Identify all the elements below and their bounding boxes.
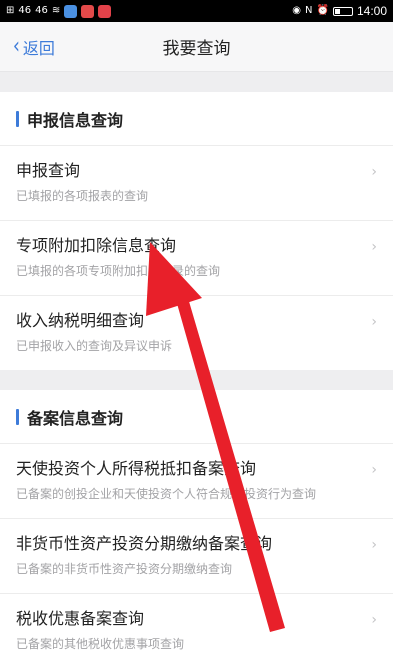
status-left: ⊞ 46 46 ≋ (6, 4, 112, 18)
section-title: 备案信息查询 (27, 408, 124, 428)
item-title: 收入纳税明细查询 (16, 311, 145, 330)
item-desc: 已填报的各项专项附加扣除记录的查询 (16, 264, 221, 278)
item-desc: 已备案的非货币性资产投资分期缴纳查询 (16, 562, 233, 576)
back-label: 返回 (22, 38, 55, 58)
item-title: 天使投资个人所得税抵扣备案查询 (16, 459, 257, 478)
page-title: 我要查询 (162, 39, 231, 59)
app-notification-icon (81, 4, 95, 18)
notification-icon: ⊞ (6, 5, 15, 16)
section-title: 申报信息查询 (27, 110, 124, 130)
section-gap (0, 72, 393, 92)
item-title: 专项附加扣除信息查询 (16, 236, 177, 255)
list-item-non-monetary-asset-query[interactable]: 非货币性资产投资分期缴纳备案查询 已备案的非货币性资产投资分期缴纳查询 › (0, 519, 393, 594)
item-title: 税收优惠备案查询 (16, 609, 145, 628)
section-header: 备案信息查询 (0, 390, 393, 444)
chevron-right-icon: › (371, 462, 377, 478)
list-item-special-deduction-query[interactable]: 专项附加扣除信息查询 已填报的各项专项附加扣除记录的查询 › (0, 221, 393, 296)
wifi-icon: ≋ (51, 5, 61, 16)
section-marker (16, 408, 19, 425)
section-header: 申报信息查询 (0, 92, 393, 146)
section-declaration: 申报信息查询 申报查询 已填报的各项报表的查询 › 专项附加扣除信息查询 已填报… (0, 92, 393, 370)
list-item-income-tax-detail-query[interactable]: 收入纳税明细查询 已申报收入的查询及异议申诉 › (0, 296, 393, 370)
chevron-right-icon: › (371, 239, 377, 255)
section-gap (0, 370, 393, 390)
item-desc: 已备案的创投企业和天使投资个人符合规定投资行为查询 (16, 487, 317, 501)
signal-icon-2: 46 (35, 5, 48, 16)
eye-icon: ◉ (292, 5, 302, 16)
back-button[interactable]: ‹ 返回 (12, 35, 55, 59)
app-notification-icon (64, 4, 78, 18)
chevron-right-icon: › (371, 612, 377, 628)
nav-bar: ‹ 返回 我要查询 (0, 22, 393, 72)
nfc-icon: N (305, 5, 313, 16)
list-item-tax-preference-query[interactable]: 税收优惠备案查询 已备案的其他税收优惠事项查询 › (0, 594, 393, 650)
clock: 14:00 (356, 4, 387, 18)
item-desc: 已备案的其他税收优惠事项查询 (16, 637, 185, 650)
chevron-left-icon: ‹ (12, 33, 20, 59)
list-item-declaration-query[interactable]: 申报查询 已填报的各项报表的查询 › (0, 146, 393, 221)
alarm-icon: ⏰ (316, 5, 329, 16)
signal-icon: 46 (18, 5, 32, 16)
chevron-right-icon: › (371, 164, 377, 180)
status-bar: ⊞ 46 46 ≋ ◉ N ⏰ 14:00 (0, 0, 393, 22)
item-desc: 已填报的各项报表的查询 (16, 189, 149, 203)
section-filing: 备案信息查询 天使投资个人所得税抵扣备案查询 已备案的创投企业和天使投资个人符合… (0, 390, 393, 650)
chevron-right-icon: › (371, 537, 377, 553)
list-item-angel-investment-query[interactable]: 天使投资个人所得税抵扣备案查询 已备案的创投企业和天使投资个人符合规定投资行为查… (0, 444, 393, 519)
status-right: ◉ N ⏰ 14:00 (292, 4, 387, 18)
item-desc: 已申报收入的查询及异议申诉 (16, 339, 173, 353)
item-title: 非货币性资产投资分期缴纳备案查询 (16, 534, 273, 553)
app-notification-icon (98, 4, 112, 18)
item-title: 申报查询 (16, 161, 81, 180)
chevron-right-icon: › (371, 314, 377, 330)
battery-icon (332, 6, 353, 16)
section-marker (16, 110, 19, 127)
